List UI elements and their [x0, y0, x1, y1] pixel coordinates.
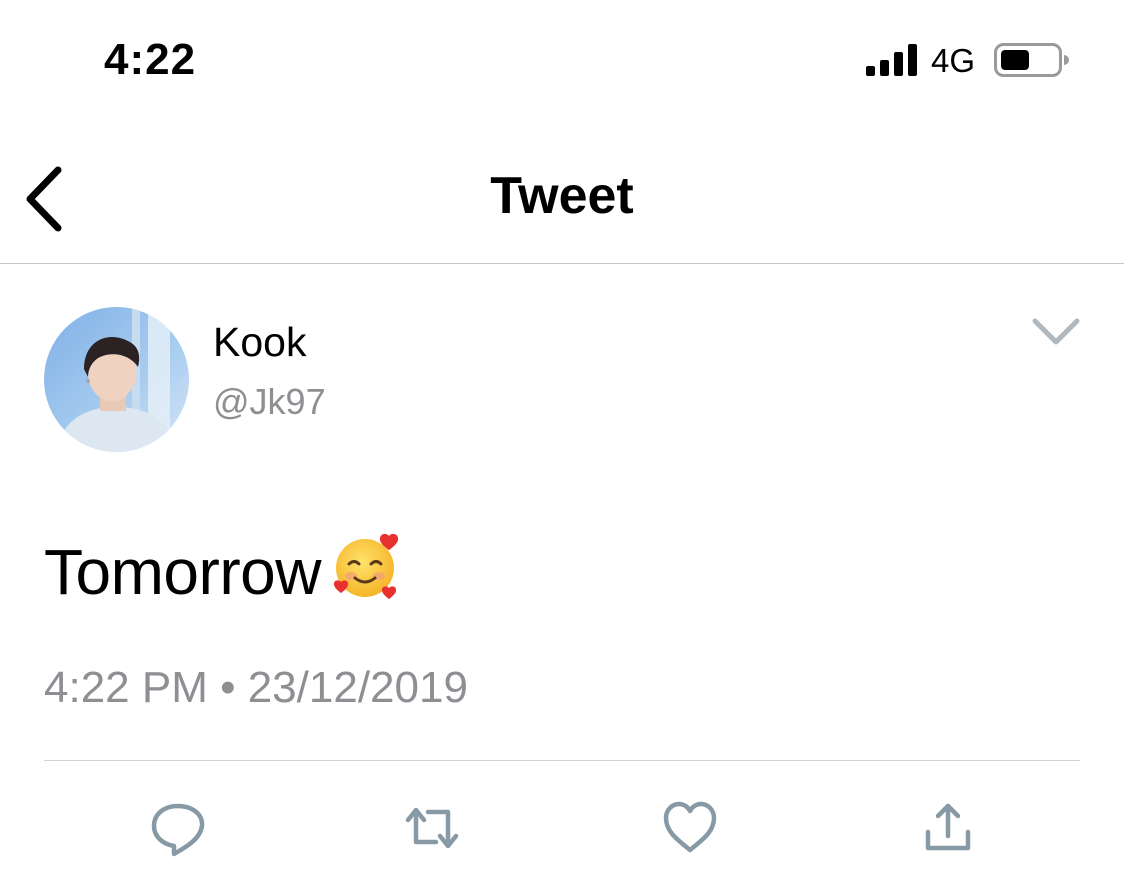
reply-button[interactable] [148, 798, 208, 858]
like-icon [663, 801, 717, 853]
status-bar: 4:22 4G [0, 0, 1124, 120]
tweet-timestamp[interactable]: 4:22 PM • 23/12/2019 [44, 662, 468, 714]
signal-icon [866, 44, 917, 76]
page-title: Tweet [490, 167, 634, 225]
battery-icon [994, 43, 1069, 77]
like-button[interactable] [660, 798, 720, 858]
status-time: 4:22 [104, 35, 197, 84]
display-name[interactable]: Kook [213, 318, 306, 366]
avatar[interactable] [44, 307, 189, 452]
reply-icon [151, 803, 205, 857]
smiling-face-with-hearts-icon [333, 533, 399, 599]
chevron-down-icon[interactable] [1030, 314, 1082, 348]
divider [44, 760, 1080, 761]
avatar-image [44, 307, 189, 452]
network-type: 4G [931, 42, 976, 79]
navigation-bar: Tweet [0, 140, 1124, 264]
user-handle[interactable]: @Jk97 [213, 380, 326, 424]
tweet-text: Tomorrow [44, 532, 401, 609]
retweet-icon [405, 807, 459, 849]
share-button[interactable] [918, 798, 978, 858]
tweet-text-content: Tomorrow [44, 536, 321, 608]
retweet-button[interactable] [402, 798, 462, 858]
share-icon [925, 803, 971, 851]
